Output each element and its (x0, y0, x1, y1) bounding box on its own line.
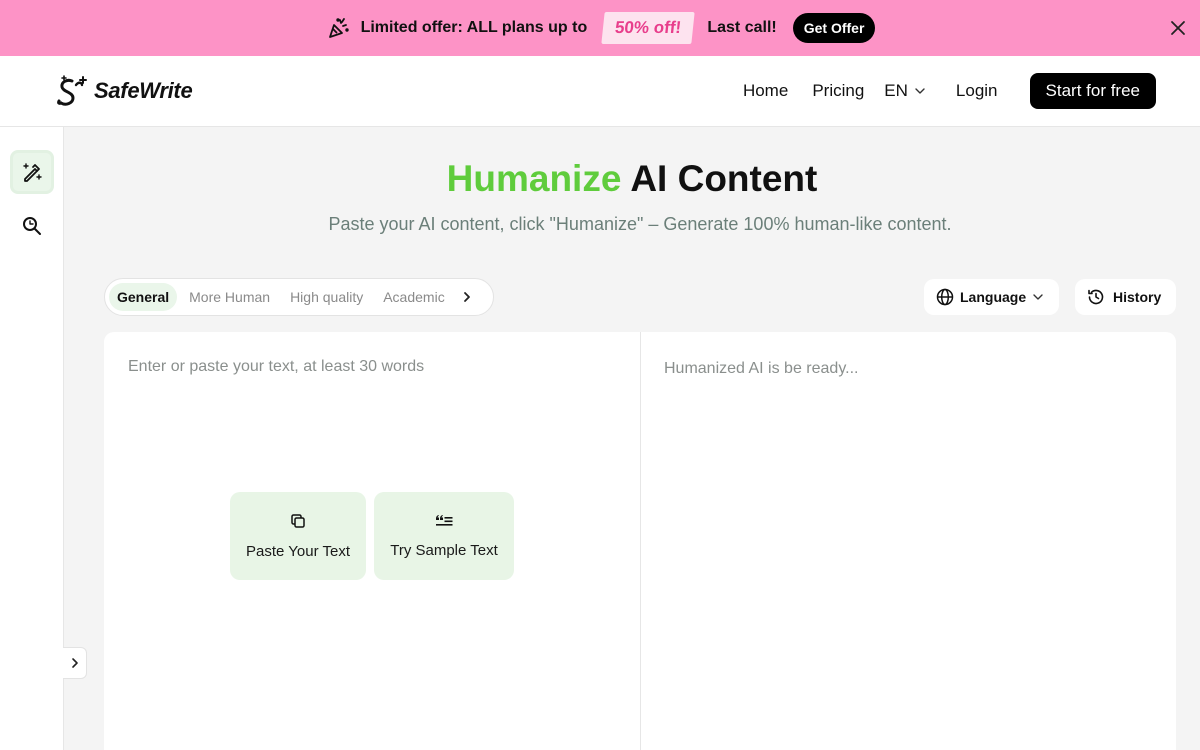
tab-high-quality[interactable]: High quality (282, 283, 371, 311)
language-label: Language (960, 289, 1027, 305)
output-language-button[interactable]: Language (924, 279, 1059, 315)
quote-text-icon (436, 514, 453, 526)
output-placeholder: Humanized AI is be ready... (664, 360, 859, 377)
rail-humanizer-button[interactable] (10, 150, 54, 194)
tab-academic[interactable]: Academic (375, 283, 452, 311)
page-title: Humanize AI Content (64, 158, 1200, 200)
party-popper-icon (325, 15, 351, 41)
search-icon (23, 217, 41, 235)
nav-home[interactable]: Home (743, 81, 788, 101)
promo-banner: Limited offer: ALL plans up to 50% off! … (0, 0, 1200, 56)
sample-text-button[interactable]: Try Sample Text (374, 492, 514, 580)
promo-last-call: Last call! (707, 19, 777, 36)
paste-text-label: Paste Your Text (246, 542, 350, 560)
globe-icon (936, 288, 954, 306)
main-nav: Home Pricing EN Login Start for free (719, 73, 1156, 109)
modes-next-button[interactable] (457, 287, 477, 307)
sample-text-label: Try Sample Text (390, 541, 498, 559)
mode-tabs: General More Human High quality Academic (104, 278, 494, 316)
chevron-right-icon (463, 292, 470, 302)
rail-expand-button[interactable] (63, 647, 87, 679)
login-link[interactable]: Login (956, 81, 998, 101)
chevron-down-icon (915, 88, 925, 94)
rail-detector-button[interactable] (10, 204, 54, 248)
title-rest: AI Content (621, 158, 818, 199)
logo-text: SafeWrite (94, 78, 193, 103)
tab-more-human[interactable]: More Human (181, 283, 278, 311)
start-for-free-button[interactable]: Start for free (1029, 73, 1156, 109)
logo[interactable]: SafeWrite (56, 73, 193, 109)
editor-panel: Humanized AI is be ready... Paste Your T… (104, 332, 1176, 750)
history-label: History (1113, 289, 1162, 305)
nav-pricing[interactable]: Pricing (812, 81, 864, 101)
history-icon (1088, 289, 1104, 305)
get-offer-button[interactable]: Get Offer (792, 13, 876, 43)
chevron-down-icon (1033, 294, 1043, 300)
promo-text: Limited offer: ALL plans up to (360, 19, 588, 36)
site-header: SafeWrite Home Pricing EN Login Start fo… (0, 56, 1200, 127)
copy-icon (291, 513, 305, 528)
side-rail (0, 127, 64, 750)
language-code: EN (884, 81, 908, 100)
promo-discount-badge: 50% off! (601, 12, 696, 44)
page-subtitle: Paste your AI content, click "Humanize" … (328, 214, 952, 234)
logo-icon (57, 75, 87, 106)
input-textarea[interactable] (104, 332, 640, 750)
tab-general[interactable]: General (109, 283, 178, 311)
editor-divider (640, 332, 641, 750)
title-accent: Humanize (446, 158, 622, 199)
close-icon[interactable] (1168, 18, 1188, 38)
history-button[interactable]: History (1075, 279, 1176, 315)
language-selector[interactable]: EN (884, 81, 926, 101)
chevron-right-icon (71, 658, 78, 668)
paste-text-button[interactable]: Paste Your Text (230, 492, 366, 580)
magic-pencil-icon (23, 163, 42, 182)
